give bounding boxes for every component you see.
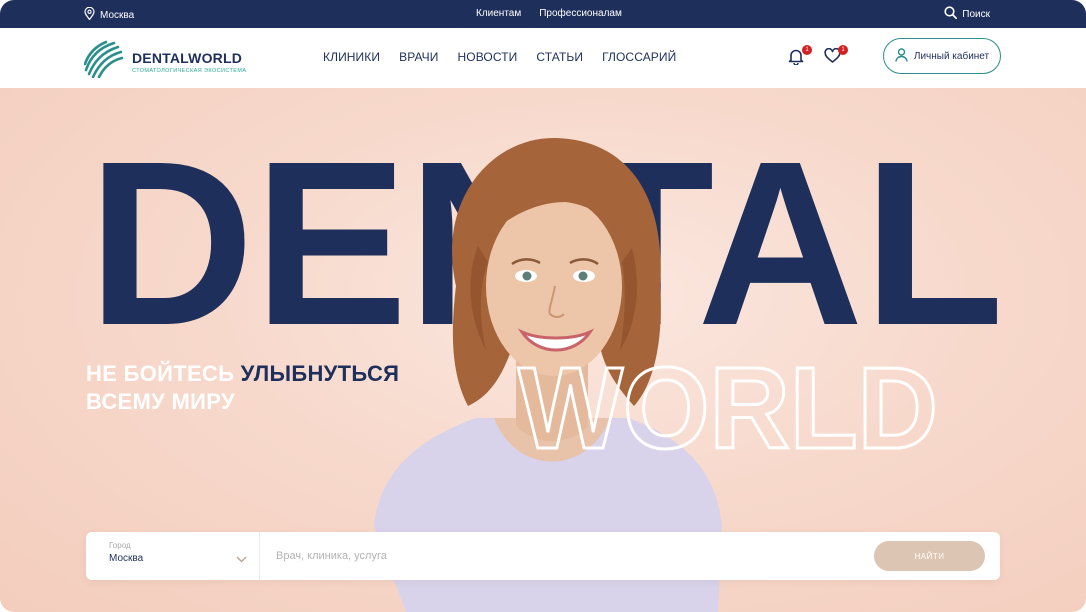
city-label: Москва bbox=[100, 9, 135, 21]
notifications-button[interactable]: 1 bbox=[788, 45, 812, 69]
logo-tagline: СТОМАТОЛОГИЧЕСКАЯ ЭКОСИСТЕМА bbox=[132, 67, 247, 74]
hero-slogan: НЕ БОЙТЕСЬ УЛЫБНУТЬСЯ ВСЕМУ МИРУ bbox=[86, 360, 399, 416]
hero-slogan-accent: УЛЫБНУТЬСЯ bbox=[240, 361, 400, 386]
hero-slogan-plain: НЕ БОЙТЕСЬ bbox=[86, 361, 241, 386]
hero-section: DENTAL WORLD НЕ БОЙТЕСЬ УЛЫБНУТЬСЯ ВСЕМУ… bbox=[0, 88, 1086, 612]
search-label: Поиск bbox=[962, 8, 990, 20]
search-panel: Город Москва НАЙТИ bbox=[86, 532, 1000, 580]
location-pin-icon bbox=[84, 6, 95, 23]
nav-item-articles[interactable]: СТАТЬИ bbox=[536, 50, 583, 64]
header-icons: 1 1 bbox=[788, 45, 848, 69]
main-header: DENTALWORLD СТОМАТОЛОГИЧЕСКАЯ ЭКОСИСТЕМА… bbox=[0, 28, 1086, 88]
hero-slogan-line1: НЕ БОЙТЕСЬ УЛЫБНУТЬСЯ bbox=[86, 360, 399, 388]
favorites-button[interactable]: 1 bbox=[824, 45, 848, 68]
personal-account-label: Личный кабинет bbox=[913, 50, 990, 62]
search-query-input[interactable] bbox=[276, 544, 836, 568]
city-dropdown-label: Город bbox=[109, 541, 131, 550]
bell-icon bbox=[788, 49, 804, 69]
hero-slogan-line2: ВСЕМУ МИРУ bbox=[86, 389, 235, 414]
link-professionals[interactable]: Профессионалам bbox=[539, 8, 622, 19]
main-nav: КЛИНИКИ ВРАЧИ НОВОСТИ СТАТЬИ ГЛОССАРИЙ bbox=[323, 50, 676, 64]
chevron-down-icon bbox=[236, 550, 247, 568]
logo[interactable]: DENTALWORLD СТОМАТОЛОГИЧЕСКАЯ ЭКОСИСТЕМА bbox=[83, 40, 246, 83]
heart-icon bbox=[824, 47, 841, 68]
search-icon bbox=[944, 6, 958, 22]
notifications-badge: 1 bbox=[802, 45, 812, 55]
find-button[interactable]: НАЙТИ bbox=[874, 541, 985, 571]
favorites-badge: 1 bbox=[838, 45, 848, 55]
nav-item-glossary[interactable]: ГЛОССАРИЙ bbox=[602, 50, 676, 64]
top-bar: Москва Клиентам Профессионалам Поиск bbox=[0, 0, 1086, 40]
nav-item-doctors[interactable]: ВРАЧИ bbox=[399, 50, 438, 64]
hero-title-world-text: WORLD bbox=[518, 343, 938, 462]
logo-mark-icon bbox=[83, 40, 124, 83]
city-selector[interactable]: Москва bbox=[84, 6, 135, 23]
city-dropdown[interactable]: Город Москва bbox=[86, 532, 260, 580]
nav-item-news[interactable]: НОВОСТИ bbox=[458, 50, 518, 64]
audience-links: Клиентам Профессионалам bbox=[476, 8, 622, 19]
hero-title-world: WORLD bbox=[517, 342, 940, 462]
top-search[interactable]: Поиск bbox=[944, 6, 990, 22]
user-icon bbox=[895, 47, 908, 65]
logo-name: DENTALWORLD bbox=[132, 49, 243, 66]
link-clients[interactable]: Клиентам bbox=[476, 8, 521, 19]
nav-item-clinics[interactable]: КЛИНИКИ bbox=[323, 50, 380, 64]
personal-account-button[interactable]: Личный кабинет bbox=[883, 38, 1001, 74]
logo-text: DENTALWORLD СТОМАТОЛОГИЧЕСКАЯ ЭКОСИСТЕМА bbox=[132, 50, 246, 74]
